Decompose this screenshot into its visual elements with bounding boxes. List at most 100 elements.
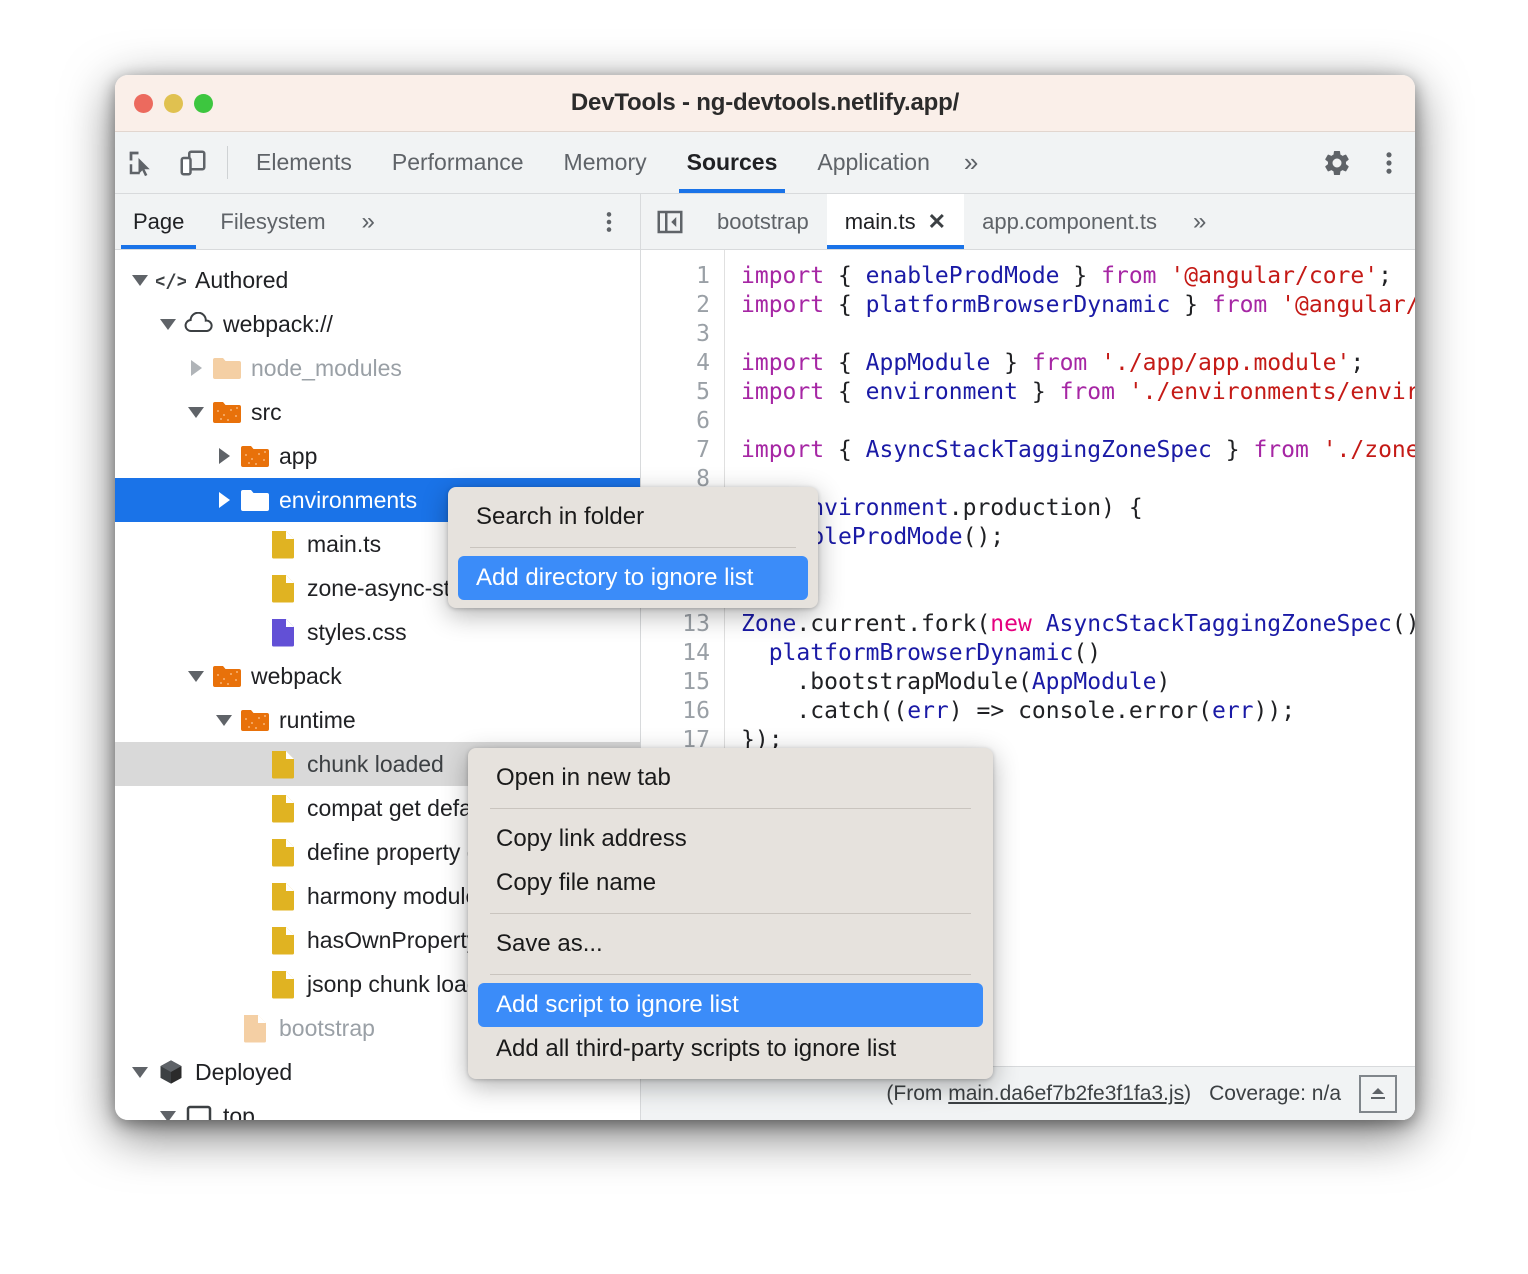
context-menu-item[interactable]: Add all third-party scripts to ignore li…: [478, 1027, 983, 1071]
tree-row-label: webpack://: [217, 311, 333, 338]
code-line[interactable]: enableProdMode();: [741, 523, 1415, 552]
file-tab-bootstrap[interactable]: bootstrap: [699, 194, 827, 249]
chevron-right-icon[interactable]: [211, 448, 237, 464]
tree-row-label: webpack: [245, 663, 342, 690]
line-number: 4: [641, 349, 710, 378]
panel-tabs-overflow-chevron-icon[interactable]: »: [950, 132, 992, 193]
devtools-window: DevTools - ng-devtools.netlify.app/: [115, 75, 1415, 1120]
code-line[interactable]: [741, 407, 1415, 436]
code-line[interactable]: platformBrowserDynamic(): [741, 639, 1415, 668]
file-context-menu[interactable]: Open in new tab Copy link addressCopy fil…: [468, 748, 993, 1079]
context-menu-item[interactable]: Save as...: [478, 922, 983, 966]
code-line[interactable]: if (environment.production) {: [741, 494, 1415, 523]
collapse-sidebar-icon[interactable]: [641, 194, 699, 249]
code-line[interactable]: Zone.current.fork(new AsyncStackTaggingZ…: [741, 610, 1415, 639]
code-line[interactable]: [741, 320, 1415, 349]
context-menu-item[interactable]: Search in folder: [458, 495, 808, 539]
code-brackets-icon: </>: [153, 267, 189, 293]
tree-row[interactable]: runtime: [115, 698, 640, 742]
context-menu-item[interactable]: Add directory to ignore list: [458, 556, 808, 600]
tab-elements-label: Elements: [256, 149, 352, 176]
file-tabs-overflow-chevron-icon[interactable]: »: [1175, 194, 1224, 249]
chevron-right-icon[interactable]: [211, 492, 237, 508]
svg-text:</>: </>: [156, 270, 186, 292]
code-line[interactable]: import { environment } from './environme…: [741, 378, 1415, 407]
context-menu-item[interactable]: Open in new tab: [478, 756, 983, 800]
line-number: 7: [641, 436, 710, 465]
tree-row[interactable]: src: [115, 390, 640, 434]
chevron-down-icon[interactable]: [155, 1111, 181, 1121]
device-toolbar-icon[interactable]: [167, 132, 219, 193]
chevron-down-icon[interactable]: [127, 275, 153, 286]
source-file-link[interactable]: main.da6ef7b2fe3f1fa3.js: [948, 1082, 1184, 1105]
context-menu-separator: [470, 547, 796, 548]
tab-sources[interactable]: Sources: [667, 132, 798, 193]
pretty-print-icon[interactable]: [1359, 1075, 1397, 1113]
tree-row-label: chunk loaded: [301, 751, 444, 778]
screenshot-root: DevTools - ng-devtools.netlify.app/: [0, 0, 1528, 1274]
tab-sources-label: Sources: [687, 149, 778, 176]
close-icon[interactable]: ✕: [928, 209, 946, 235]
chevron-down-icon[interactable]: [155, 319, 181, 330]
tree-row[interactable]: webpack: [115, 654, 640, 698]
code-line[interactable]: import { enableProdMode } from '@angular…: [741, 262, 1415, 291]
source-origin-text: (From main.da6ef7b2fe3f1fa3.js): [886, 1082, 1191, 1106]
context-menu-item[interactable]: Add script to ignore list: [478, 983, 983, 1027]
code-line[interactable]: import { platformBrowserDynamic } from '…: [741, 291, 1415, 320]
context-menu-item[interactable]: Copy file name: [478, 861, 983, 905]
tree-row[interactable]: app: [115, 434, 640, 478]
tree-row[interactable]: </>Authored: [115, 258, 640, 302]
code-line[interactable]: import { AsyncStackTaggingZoneSpec } fro…: [741, 436, 1415, 465]
tab-application[interactable]: Application: [797, 132, 950, 193]
context-menu-item[interactable]: Copy link address: [478, 817, 983, 861]
navigator-more-icon[interactable]: [596, 194, 640, 249]
file-tab-app-component-ts[interactable]: app.component.ts: [964, 194, 1175, 249]
tab-memory[interactable]: Memory: [544, 132, 667, 193]
code-line[interactable]: .bootstrapModule(AppModule): [741, 668, 1415, 697]
tab-application-label: Application: [817, 149, 930, 176]
chevron-down-icon[interactable]: [211, 715, 237, 726]
folder-context-menu[interactable]: Search in folder Add directory to ignore …: [448, 487, 818, 608]
file-tab-main-ts[interactable]: main.ts ✕: [827, 194, 964, 249]
tree-row[interactable]: webpack://: [115, 302, 640, 346]
navigator-tab-page[interactable]: Page: [115, 194, 202, 249]
code-line[interactable]: [741, 581, 1415, 610]
chevron-right-icon[interactable]: [183, 360, 209, 376]
file-yellow-icon: [265, 793, 301, 823]
tree-row[interactable]: node_modules: [115, 346, 640, 390]
file-tabs-overflow-label: »: [1193, 208, 1206, 236]
toolbar-divider-left: [227, 146, 228, 179]
folder-orange-icon: [237, 444, 273, 469]
tree-row-label: environments: [273, 487, 417, 514]
more-vertical-icon[interactable]: [1363, 149, 1415, 177]
navigator-tab-filesystem[interactable]: Filesystem: [202, 194, 343, 249]
tree-row[interactable]: top: [115, 1094, 640, 1120]
line-number: 5: [641, 378, 710, 407]
gear-icon[interactable]: [1311, 148, 1363, 178]
context-menu-separator: [490, 808, 971, 809]
file-yellow-icon: [265, 529, 301, 559]
tree-row-label: top: [217, 1103, 255, 1121]
line-number: 2: [641, 291, 710, 320]
folder-orange-icon: [209, 664, 245, 689]
chevron-down-icon[interactable]: [183, 671, 209, 682]
context-menu-separator: [490, 974, 971, 975]
code-line[interactable]: .catch((err) => console.error(err));: [741, 697, 1415, 726]
inspect-element-icon[interactable]: [115, 132, 167, 193]
code-line[interactable]: }: [741, 552, 1415, 581]
tab-elements[interactable]: Elements: [236, 132, 372, 193]
frame-icon: [181, 1105, 217, 1120]
devtools-panel-tabs: Elements Performance Memory Sources Appl…: [236, 132, 992, 193]
navigator-tabs-overflow-chevron-icon[interactable]: »: [344, 194, 393, 249]
file-yellow-icon: [265, 573, 301, 603]
folder-orange-icon: [209, 400, 245, 425]
tab-performance[interactable]: Performance: [372, 132, 544, 193]
chevron-down-icon[interactable]: [183, 407, 209, 418]
file-yellow-icon: [265, 837, 301, 867]
code-line[interactable]: import { AppModule } from './app/app.mod…: [741, 349, 1415, 378]
tree-row[interactable]: styles.css: [115, 610, 640, 654]
file-yellow-icon: [265, 969, 301, 999]
code-line[interactable]: [741, 465, 1415, 494]
tree-row-label: src: [245, 399, 282, 426]
chevron-down-icon[interactable]: [127, 1067, 153, 1078]
